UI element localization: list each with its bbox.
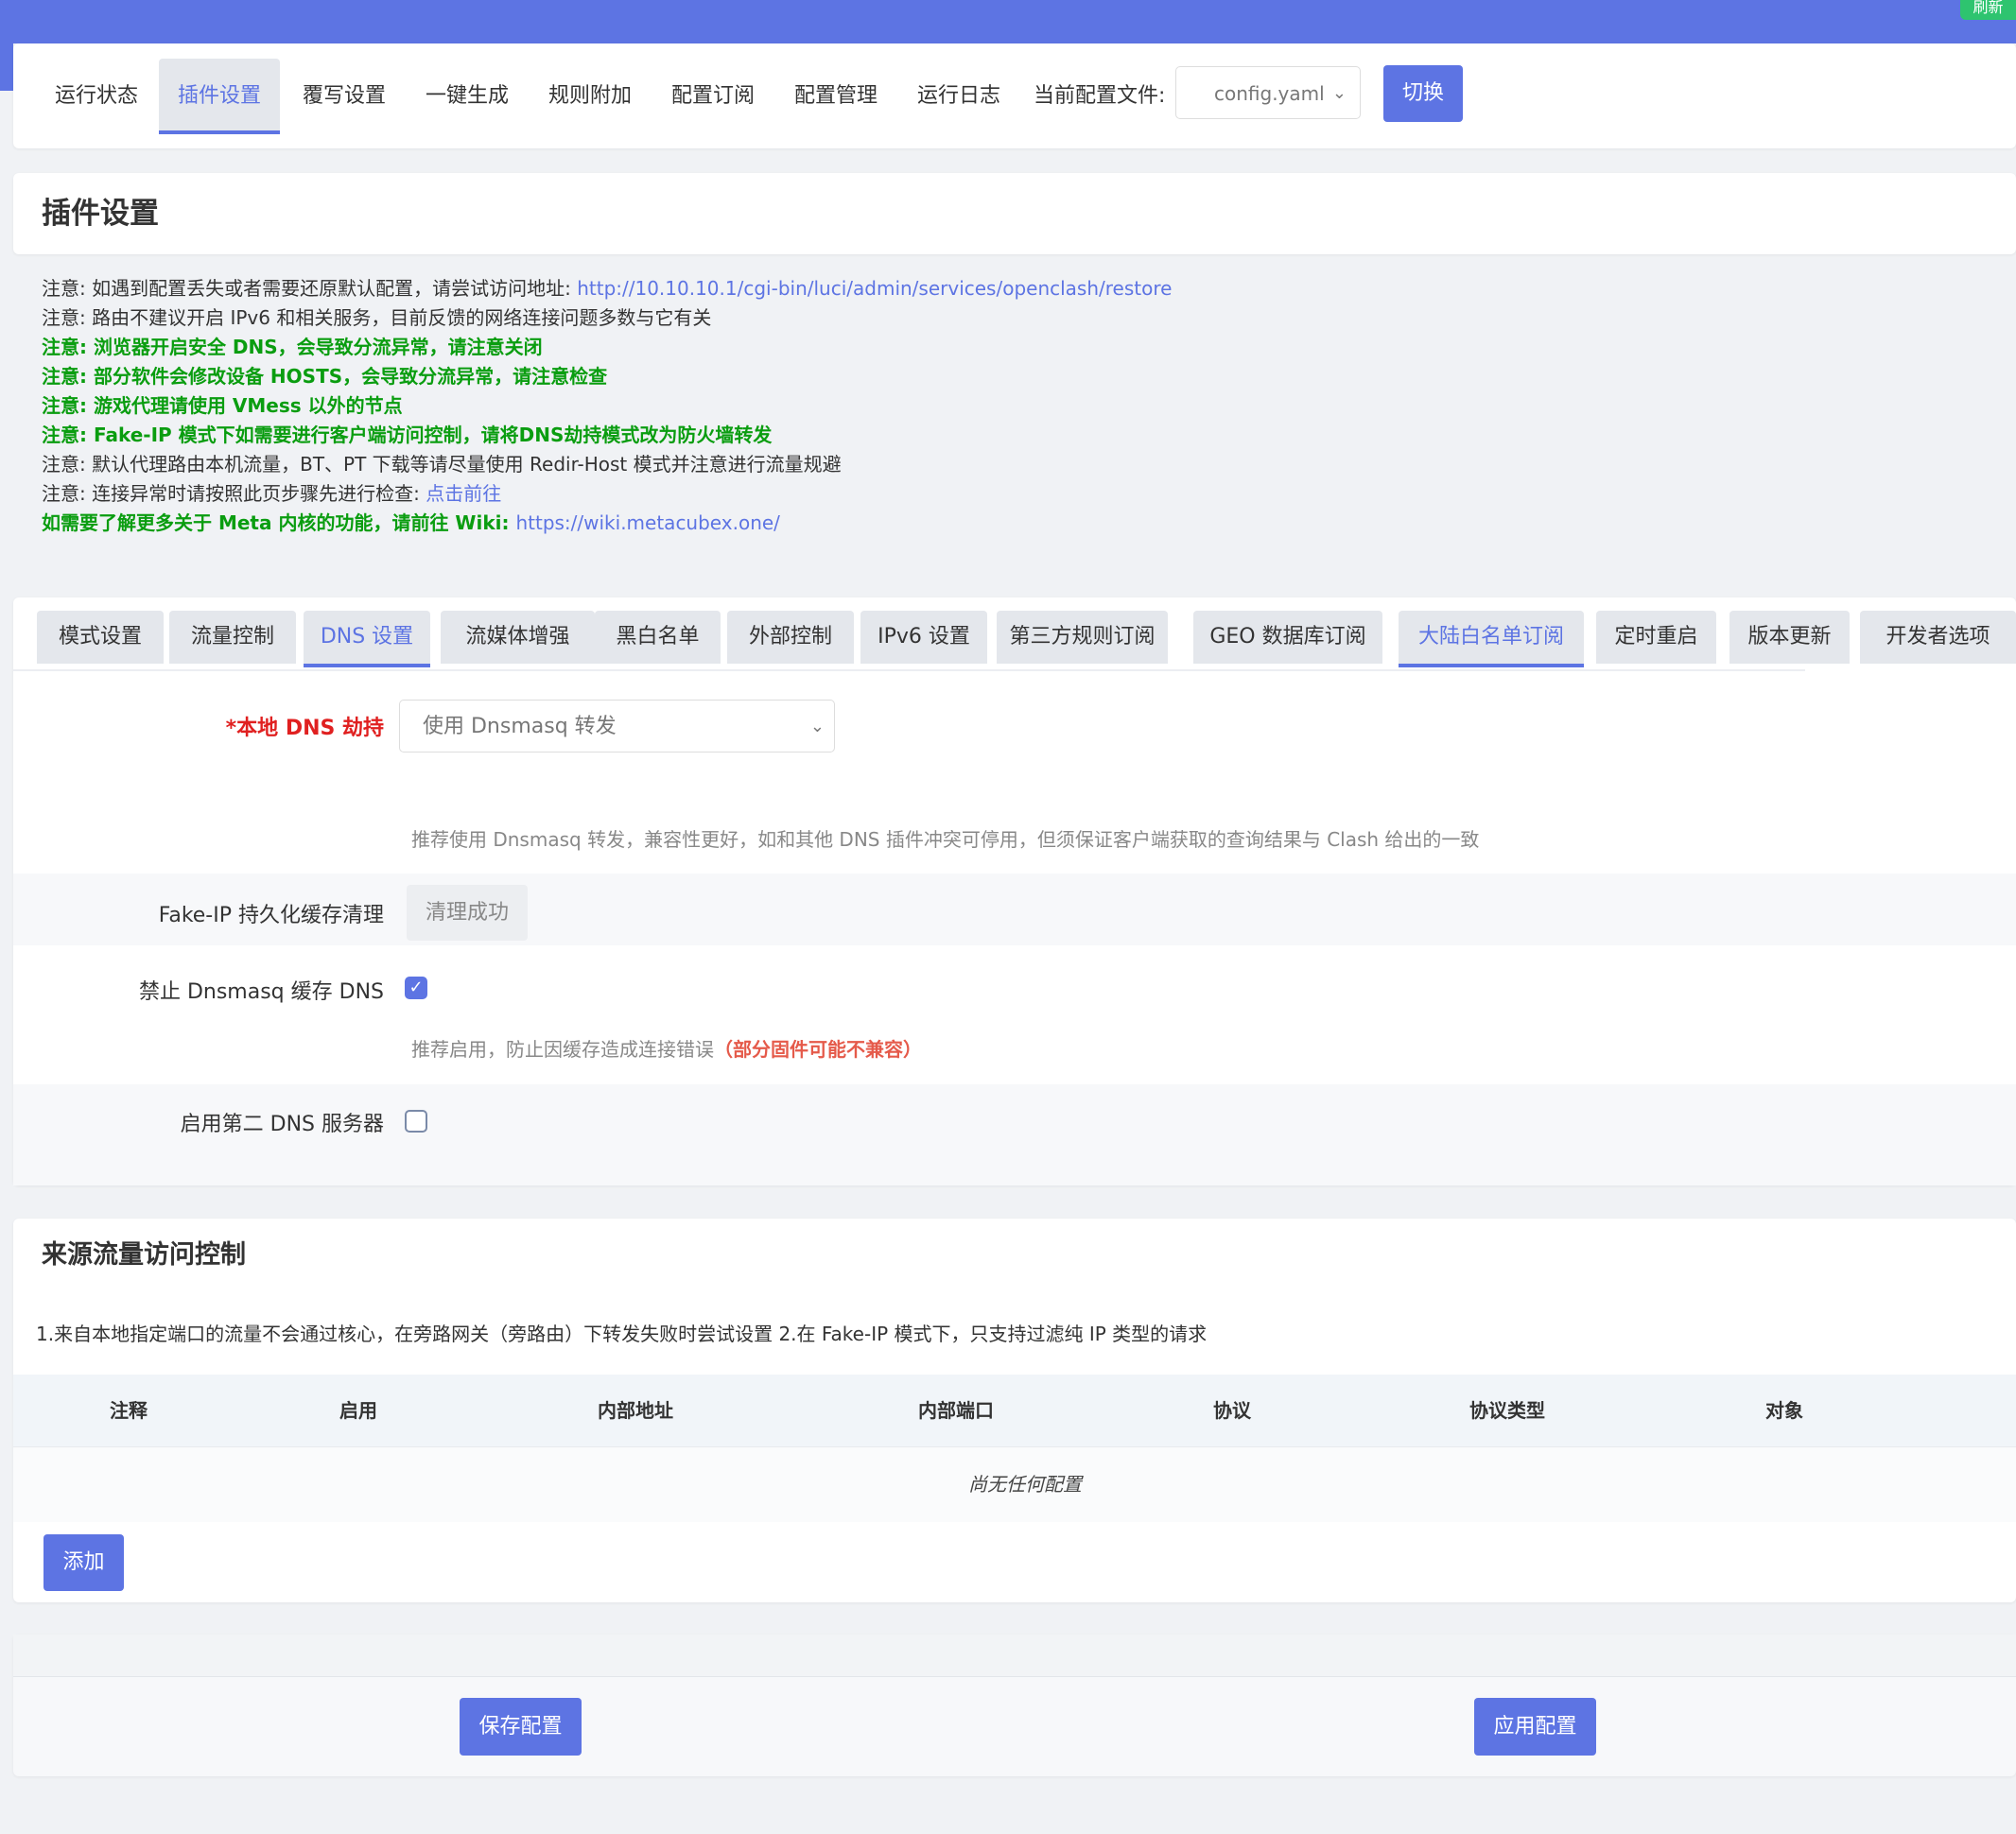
col-target: 对象 bbox=[1765, 1399, 1803, 1422]
note-secure-dns: 注意: 浏览器开启安全 DNS，会导致分流异常，请注意关闭 bbox=[42, 336, 543, 358]
local-dns-label: *本地 DNS 劫持 bbox=[225, 717, 384, 740]
access-control-card: 来源流量访问控制 1.来自本地指定端口的流量不会通过核心，在旁路网关（旁路由）下… bbox=[13, 1219, 2016, 1602]
tab-streaming[interactable]: 流媒体增强 bbox=[441, 611, 595, 664]
main-nav: 运行状态 插件设置 覆写设置 一键生成 规则附加 配置订阅 配置管理 运行日志 … bbox=[13, 43, 2016, 148]
note-connection-check-text: 注意: 连接异常时请按照此页步骤先进行检查: bbox=[42, 482, 426, 505]
second-dns-label: 启用第二 DNS 服务器 bbox=[180, 1113, 384, 1136]
dnsmasq-cache-checkbox[interactable]: ✓ bbox=[405, 977, 427, 999]
access-control-intro: 1.来自本地指定端口的流量不会通过核心，在旁路网关（旁路由）下转发失败时尝试设置… bbox=[36, 1323, 1208, 1345]
dnsmasq-cache-desc: 推荐启用，防止因缓存造成连接错误（部分固件可能不兼容） bbox=[411, 1034, 922, 1062]
chevron-down-icon: ⌄ bbox=[809, 717, 825, 736]
refresh-button[interactable]: 刷新 bbox=[1960, 0, 2016, 20]
local-dns-desc: 推荐使用 Dnsmasq 转发，兼容性更好，如和其他 DNS 插件冲突可停用，但… bbox=[411, 828, 1480, 851]
tab-china-whitelist[interactable]: 大陆白名单订阅 bbox=[1399, 611, 1584, 667]
restore-link[interactable]: http://10.10.10.1/cgi-bin/luci/admin/ser… bbox=[577, 277, 1172, 300]
local-dns-value: 使用 Dnsmasq 转发 bbox=[423, 715, 617, 738]
note-ipv6: 注意: 路由不建议开启 IPv6 和相关服务，目前反馈的网络连接问题多数与它有关 bbox=[42, 306, 712, 329]
second-dns-checkbox[interactable] bbox=[405, 1110, 427, 1133]
nav-tab-status[interactable]: 运行状态 bbox=[36, 59, 157, 134]
tab-developer[interactable]: 开发者选项 bbox=[1860, 611, 2016, 664]
col-protocol: 协议 bbox=[1213, 1399, 1251, 1422]
note-connection-check: 注意: 连接异常时请按照此页步骤先进行检查: 点击前往 bbox=[42, 479, 1990, 509]
table-empty-row: 尚无任何配置 bbox=[13, 1446, 2016, 1522]
config-file-label: 当前配置文件: bbox=[1034, 84, 1166, 108]
tab-third-party-rules[interactable]: 第三方规则订阅 bbox=[997, 611, 1168, 664]
col-comment: 注释 bbox=[110, 1399, 148, 1422]
fakeip-label: Fake-IP 持久化缓存清理 bbox=[158, 904, 384, 927]
tab-version-update[interactable]: 版本更新 bbox=[1729, 611, 1850, 664]
top-bar bbox=[0, 0, 2016, 43]
nav-tab-one-click[interactable]: 一键生成 bbox=[407, 59, 528, 134]
note-default-proxy: 注意: 默认代理路由本机流量，BT、PT 下载等请尽量使用 Redir-Host… bbox=[42, 453, 842, 476]
nav-tab-config-manage[interactable]: 配置管理 bbox=[775, 59, 896, 134]
add-button[interactable]: 添加 bbox=[43, 1534, 124, 1591]
tab-blackwhite[interactable]: 黑白名单 bbox=[595, 611, 721, 664]
notes-section: 注意: 如遇到配置丢失或者需要还原默认配置，请尝试访问地址: http://10… bbox=[42, 274, 1990, 538]
tab-traffic[interactable]: 流量控制 bbox=[169, 611, 296, 664]
col-enabled: 启用 bbox=[339, 1399, 377, 1422]
apply-config-button[interactable]: 应用配置 bbox=[1474, 1698, 1596, 1756]
note-restore: 注意: 如遇到配置丢失或者需要还原默认配置，请尝试访问地址: http://10… bbox=[42, 274, 1990, 303]
page-title-card: 插件设置 bbox=[13, 173, 2016, 254]
local-dns-select[interactable]: 使用 Dnsmasq 转发 ⌄ bbox=[399, 700, 835, 753]
dnsmasq-cache-desc-text: 推荐启用，防止因缓存造成连接错误 bbox=[411, 1038, 714, 1061]
col-protocol-type: 协议类型 bbox=[1469, 1399, 1545, 1422]
access-control-title: 来源流量访问控制 bbox=[42, 1240, 246, 1270]
check-link[interactable]: 点击前往 bbox=[426, 482, 501, 505]
config-file-select[interactable]: config.yaml ⌄ bbox=[1175, 66, 1361, 119]
col-internal-port: 内部端口 bbox=[918, 1399, 994, 1422]
note-meta-wiki-text: 如需要了解更多关于 Meta 内核的功能，请前往 Wiki: bbox=[42, 511, 516, 534]
chevron-down-icon: ⌄ bbox=[1331, 83, 1347, 103]
settings-tabs: 模式设置 流量控制 DNS 设置 流媒体增强 黑白名单 外部控制 IPv6 设置… bbox=[13, 611, 2016, 669]
fakeip-clean-button[interactable]: 清理成功 bbox=[407, 885, 528, 941]
table-header: 注释 启用 内部地址 内部端口 协议 协议类型 对象 bbox=[13, 1375, 2016, 1446]
note-hosts: 注意: 部分软件会修改设备 HOSTS，会导致分流异常，请注意检查 bbox=[42, 365, 608, 388]
tab-external[interactable]: 外部控制 bbox=[727, 611, 854, 664]
save-config-button[interactable]: 保存配置 bbox=[460, 1698, 582, 1756]
tab-scheduled-restart[interactable]: 定时重启 bbox=[1596, 611, 1716, 664]
note-meta-wiki: 如需要了解更多关于 Meta 内核的功能，请前往 Wiki: https://w… bbox=[42, 509, 1990, 538]
switch-button[interactable]: 切换 bbox=[1383, 65, 1463, 122]
note-fake-ip: 注意: Fake-IP 模式下如需要进行客户端访问控制，请将DNS劫持模式改为防… bbox=[42, 424, 773, 446]
empty-text: 尚无任何配置 bbox=[968, 1473, 1082, 1496]
tab-mode[interactable]: 模式设置 bbox=[37, 611, 164, 664]
top-bar-edge bbox=[0, 43, 13, 91]
nav-tab-override[interactable]: 覆写设置 bbox=[284, 59, 405, 134]
col-internal-address: 内部地址 bbox=[598, 1399, 673, 1422]
nav-tab-logs[interactable]: 运行日志 bbox=[898, 59, 1019, 134]
tab-dns[interactable]: DNS 设置 bbox=[304, 611, 430, 667]
dnsmasq-cache-warning: （部分固件可能不兼容） bbox=[714, 1038, 922, 1061]
nav-tab-subscription[interactable]: 配置订阅 bbox=[652, 59, 773, 134]
note-game-proxy: 注意: 游戏代理请使用 VMess 以外的节点 bbox=[42, 394, 403, 417]
dnsmasq-cache-label: 禁止 Dnsmasq 缓存 DNS bbox=[138, 980, 384, 1004]
config-file-value: config.yaml bbox=[1214, 82, 1325, 105]
page-title: 插件设置 bbox=[42, 197, 159, 231]
action-bar: 保存配置 应用配置 bbox=[13, 1635, 2016, 1776]
settings-card: 模式设置 流量控制 DNS 设置 流媒体增强 黑白名单 外部控制 IPv6 设置… bbox=[13, 597, 2016, 1185]
action-bar-top bbox=[13, 1635, 2016, 1677]
wiki-link[interactable]: https://wiki.metacubex.one/ bbox=[515, 511, 779, 534]
checkmark-icon: ✓ bbox=[408, 978, 424, 997]
note-restore-text: 注意: 如遇到配置丢失或者需要还原默认配置，请尝试访问地址: bbox=[42, 277, 578, 300]
nav-tab-plugin-settings[interactable]: 插件设置 bbox=[159, 59, 281, 134]
tab-geo-db[interactable]: GEO 数据库订阅 bbox=[1193, 611, 1382, 664]
nav-tab-rule-append[interactable]: 规则附加 bbox=[530, 59, 651, 134]
tab-ipv6[interactable]: IPv6 设置 bbox=[860, 611, 987, 664]
tabs-divider bbox=[13, 669, 1805, 671]
